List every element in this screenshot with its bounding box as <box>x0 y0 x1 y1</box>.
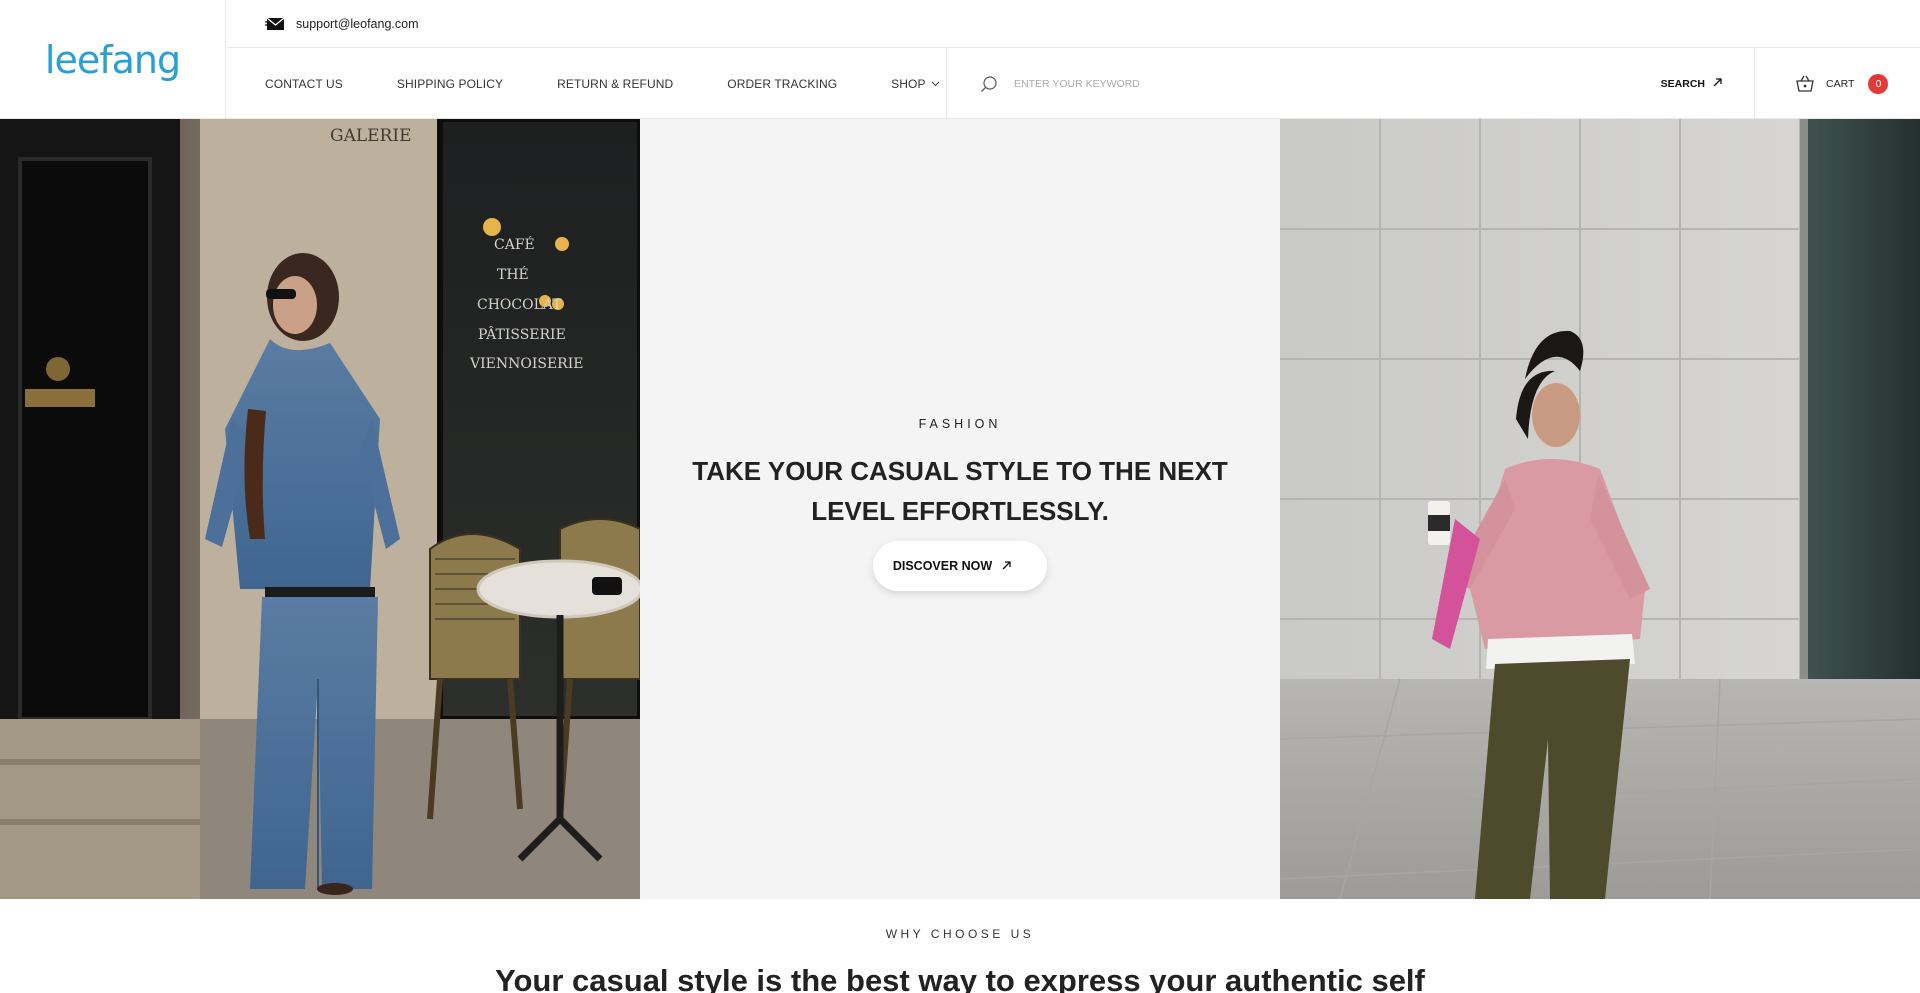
site-header: leefang support@leofang.com CONTACT US S… <box>0 0 1920 119</box>
cart-label: CART <box>1826 77 1855 90</box>
cart-button[interactable]: CART 0 <box>1755 48 1920 119</box>
search-icon <box>980 75 998 93</box>
main-navbar: CONTACT US SHIPPING POLICY RETURN & REFU… <box>227 48 1920 119</box>
site-logo[interactable]: leefang <box>45 38 181 82</box>
nav-item-order-tracking[interactable]: ORDER TRACKING <box>727 77 837 91</box>
discover-now-button[interactable]: DISCOVER NOW <box>872 541 1048 591</box>
hero-image-right <box>1280 119 1920 899</box>
search-bar: SEARCH <box>947 48 1755 119</box>
support-email-link[interactable]: support@leofang.com <box>296 17 418 31</box>
search-button[interactable]: SEARCH <box>1661 78 1722 90</box>
why-choose-us-section: WHY CHOOSE US Your casual style is the b… <box>0 899 1920 993</box>
hero-section: GALERIE CAFÉ THÉ CHOCOLAT PÂTISSERIE VIE… <box>0 119 1920 899</box>
svg-text:VIENNOISERIE: VIENNOISERIE <box>469 356 583 372</box>
nav-item-shipping-policy[interactable]: SHIPPING POLICY <box>397 77 503 91</box>
nav-item-shop[interactable]: SHOP <box>891 77 939 91</box>
basket-icon <box>1795 75 1815 93</box>
why-eyebrow: WHY CHOOSE US <box>885 927 1035 941</box>
top-bar: support@leofang.com <box>227 0 1920 48</box>
svg-text:CAFÉ: CAFÉ <box>494 235 535 253</box>
envelope-icon <box>265 16 285 31</box>
hero-content: FASHION TAKE YOUR CASUAL STYLE TO THE NE… <box>640 119 1280 899</box>
arrow-up-right-icon <box>1713 77 1722 90</box>
hero-eyebrow: FASHION <box>918 417 1002 431</box>
arrow-up-right-icon <box>1002 559 1011 573</box>
hero-title: TAKE YOUR CASUAL STYLE TO THE NEXT LEVEL… <box>692 456 1228 526</box>
galerie-sign: GALERIE <box>330 126 411 146</box>
svg-text:THÉ: THÉ <box>497 265 529 283</box>
why-heading: Your casual style is the best way to exp… <box>495 963 1425 993</box>
chevron-down-icon <box>931 81 940 87</box>
svg-text:CHOCOLAT: CHOCOLAT <box>477 297 562 313</box>
logo-container[interactable]: leefang <box>0 0 226 119</box>
svg-text:PÂTISSERIE: PÂTISSERIE <box>478 325 566 343</box>
search-input[interactable] <box>1014 77 1661 90</box>
hero-image-left: GALERIE CAFÉ THÉ CHOCOLAT PÂTISSERIE VIE… <box>0 119 640 899</box>
nav-item-return-refund[interactable]: RETURN & REFUND <box>557 77 673 91</box>
nav-item-shop-label: SHOP <box>891 76 926 91</box>
discover-now-label: DISCOVER NOW <box>892 559 993 573</box>
cart-count-badge: 0 <box>1868 73 1889 94</box>
nav-item-contact-us[interactable]: CONTACT US <box>265 77 343 91</box>
search-button-label: SEARCH <box>1660 77 1705 90</box>
nav-menu: CONTACT US SHIPPING POLICY RETURN & REFU… <box>227 48 947 119</box>
